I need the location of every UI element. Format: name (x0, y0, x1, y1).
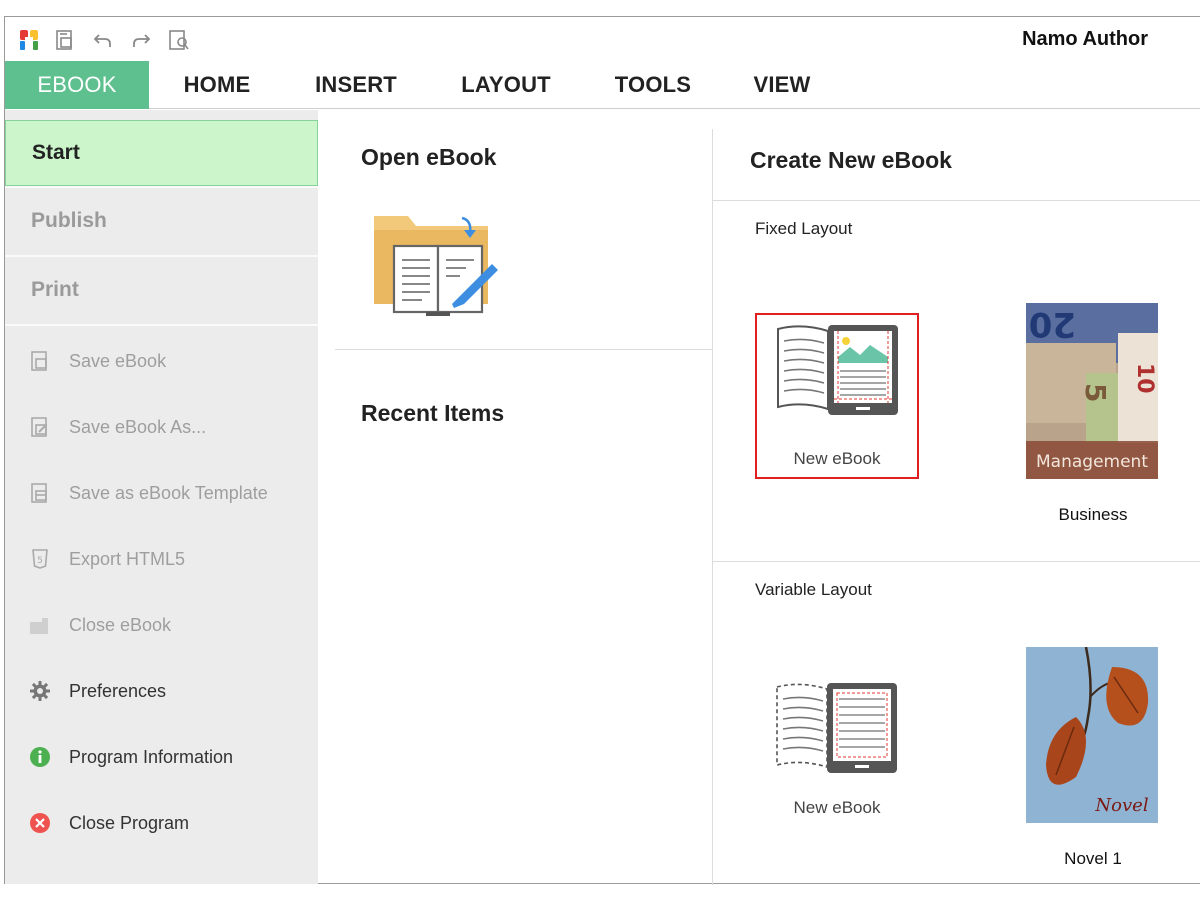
ribbon-tabs: EBOOK HOME INSERT LAYOUT TOOLS VIEW (5, 61, 1200, 109)
open-ebook-button[interactable] (370, 208, 498, 318)
gear-icon (27, 678, 53, 704)
recent-items-title: Recent Items (361, 400, 505, 426)
section-divider (713, 200, 1200, 201)
sidebar-item-label: Close Program (69, 812, 190, 833)
tab-tools[interactable]: TOOLS (601, 61, 705, 109)
title-bar: Namo Author (5, 17, 1200, 61)
business-cover-thumbnail: 20 10 5 Management (1026, 303, 1158, 479)
sidebar-item-label: Save eBook As... (69, 416, 207, 437)
variable-ebook-icon (776, 683, 897, 773)
template-caption: New eBook (793, 798, 881, 817)
sidebar-item-save-ebook[interactable]: Save eBook (27, 346, 166, 376)
redo-icon[interactable] (129, 29, 153, 51)
fixed-ebook-icon (777, 325, 898, 415)
sidebar-item-label: Export HTML5 (69, 548, 186, 569)
html5-icon: 5 (27, 546, 53, 572)
business-cover-text: Management (1036, 452, 1148, 472)
sidebar-item-publish[interactable]: Publish (5, 188, 318, 254)
template-caption: New eBook (793, 449, 881, 468)
open-ebook-title: Open eBook (361, 144, 497, 170)
sidebar-item-label: Program Information (69, 746, 234, 767)
svg-text:10: 10 (1132, 363, 1157, 394)
template-novel-1[interactable]: Novel (1026, 646, 1160, 825)
tab-home[interactable]: HOME (167, 61, 267, 109)
template-caption: Business (1058, 505, 1128, 524)
template-variable-new-ebook[interactable]: New eBook (757, 669, 917, 839)
app-title: Namo Author (1022, 28, 1148, 50)
save-icon (27, 348, 53, 374)
app-logo-icon[interactable] (17, 29, 41, 51)
open-panel: Open eBook Recent Items (318, 110, 713, 884)
save-icon[interactable] (53, 29, 77, 51)
sidebar-divider (5, 324, 318, 326)
sidebar-item-save-template[interactable]: Save as eBook Template (27, 478, 268, 508)
print-preview-icon[interactable] (167, 29, 191, 51)
sidebar-item-preferences[interactable]: Preferences (27, 676, 166, 706)
template-fixed-new-ebook[interactable]: New eBook (755, 313, 919, 479)
fixed-layout-label: Fixed Layout (755, 219, 853, 238)
tab-layout[interactable]: LAYOUT (445, 61, 567, 109)
sidebar-item-label: Save eBook (69, 350, 167, 371)
tab-view[interactable]: VIEW (739, 61, 825, 109)
novel-cover-text: Novel (1094, 795, 1148, 816)
sidebar-item-label: Close eBook (69, 614, 172, 635)
save-as-icon (27, 414, 53, 440)
variable-layout-label: Variable Layout (755, 580, 872, 599)
tab-ebook[interactable]: EBOOK (5, 61, 149, 109)
sidebar-item-export-html5[interactable]: 5 Export HTML5 (27, 544, 185, 574)
app-window: Namo Author EBOOK HOME INSERT LAYOUT TOO… (4, 16, 1200, 885)
sidebar-item-close-program[interactable]: Close Program (27, 808, 189, 838)
svg-text:5: 5 (1079, 383, 1112, 402)
sidebar-item-label: Preferences (69, 680, 167, 701)
template-business[interactable]: 20 10 5 Management (1026, 303, 1160, 481)
create-ebook-title: Create New eBook (750, 147, 952, 173)
sidebar-item-label: Save as eBook Template (69, 482, 268, 503)
sidebar-item-close-ebook[interactable]: Close eBook (27, 610, 171, 640)
svg-text:20: 20 (1029, 304, 1076, 344)
close-circle-icon (27, 810, 53, 836)
svg-text:5: 5 (37, 556, 43, 566)
sidebar-item-print[interactable]: Print (5, 257, 318, 323)
tab-insert[interactable]: INSERT (301, 61, 411, 109)
novel-cover-thumbnail: Novel (1026, 646, 1158, 823)
section-divider (335, 349, 713, 350)
section-divider (713, 561, 1200, 562)
close-ebook-icon (27, 612, 53, 638)
save-template-icon (27, 480, 53, 506)
sidebar-item-start[interactable]: Start (5, 120, 318, 186)
sidebar-item-save-ebook-as[interactable]: Save eBook As... (27, 412, 206, 442)
info-icon (27, 744, 53, 770)
backstage-sidebar: Start Publish Print Save eBook Save eBoo… (5, 110, 318, 884)
template-caption: Novel 1 (1064, 849, 1122, 868)
undo-icon[interactable] (91, 29, 115, 51)
create-panel: Create New eBook Fixed Layout New eBook (712, 129, 1200, 885)
open-folder-icon (374, 216, 498, 316)
sidebar-item-program-information[interactable]: Program Information (27, 742, 233, 772)
